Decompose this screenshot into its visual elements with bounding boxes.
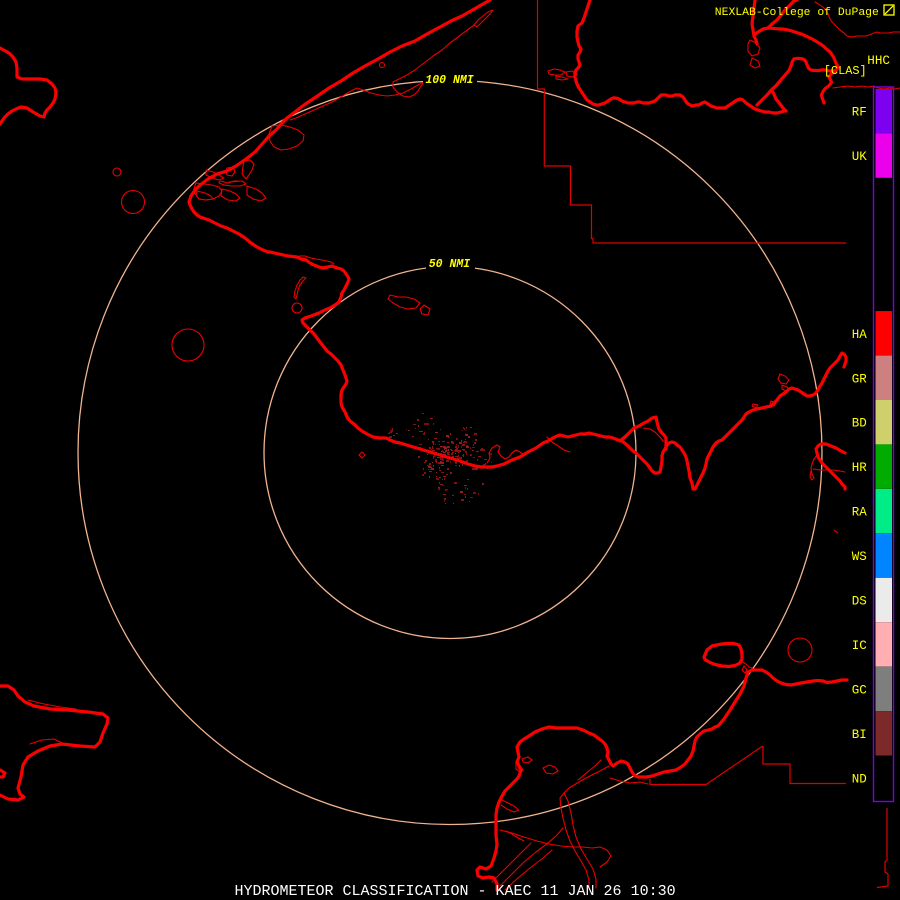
svg-text:HR: HR (852, 461, 868, 475)
svg-text:GC: GC (852, 683, 867, 697)
svg-text:UK: UK (852, 150, 868, 164)
svg-text:WS: WS (852, 550, 867, 564)
svg-text:HYDROMETEOR CLASSIFICATION - K: HYDROMETEOR CLASSIFICATION - KAEC 11 JAN… (235, 883, 676, 900)
svg-text:RF: RF (852, 106, 867, 120)
svg-text:HA: HA (852, 328, 868, 342)
svg-text:BI: BI (852, 728, 867, 742)
svg-text:RA: RA (852, 506, 868, 520)
svg-text:IC: IC (852, 639, 867, 653)
svg-text:50 NMI: 50 NMI (429, 258, 471, 271)
svg-text:ND: ND (852, 772, 867, 786)
svg-text:[CLAS]: [CLAS] (824, 64, 867, 78)
svg-text:NEXLAB-College of DuPage: NEXLAB-College of DuPage (715, 7, 879, 19)
svg-text:DS: DS (852, 595, 867, 609)
svg-text:100 NMI: 100 NMI (425, 74, 473, 87)
svg-text:GR: GR (852, 372, 868, 386)
svg-text:BD: BD (852, 417, 867, 431)
svg-text:HHC: HHC (867, 54, 890, 68)
